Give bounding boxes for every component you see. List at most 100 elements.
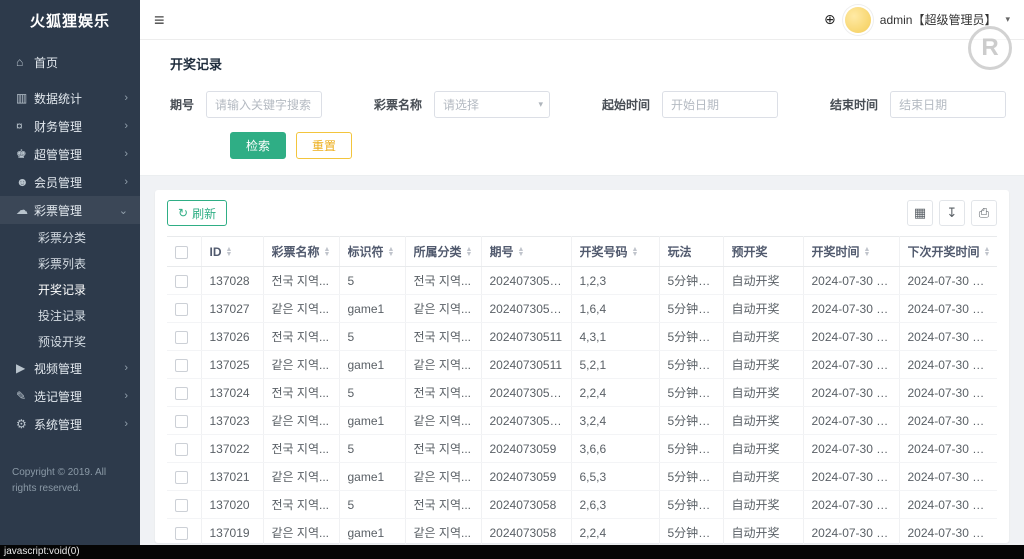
sort-icon[interactable] [388,247,395,257]
user-name[interactable]: admin【超级管理员】 [880,11,997,28]
cell-lottery-name: 전국 지역... [263,491,339,519]
cell-pre-draw: 自动开奖 [723,407,803,435]
cell-id: 137022 [201,435,263,463]
print-icon[interactable]: ⎙ [971,200,997,226]
submenu-label: 彩票列表 [38,255,86,272]
sort-icon[interactable] [864,247,871,257]
cell-pre-draw: 自动开奖 [723,519,803,547]
column-header: 下次开奖时间 [908,243,980,260]
cell-draw-time: 2024-07-30 00:... [803,491,899,519]
cell-draw-time: 2024-07-30 01:... [803,295,899,323]
cell-category: 같은 지역... [405,519,481,547]
cell-issue: 2024073058 [481,491,571,519]
table-body: 137028 전국 지역... 5 전국 지역... 20240730512 1… [167,267,997,547]
sidebar-item-video[interactable]: ▶ 视频管理 › [0,354,140,382]
sort-icon[interactable] [518,247,525,257]
sidebar-item-notes[interactable]: ✎ 选记管理 › [0,382,140,410]
sort-icon[interactable] [226,247,233,257]
start-date-input[interactable] [662,91,778,118]
filter-panel: 开奖记录 期号 彩票名称 请选择 ▾ 起始时间 [140,40,1024,176]
cell-identifier: 5 [339,323,405,351]
row-checkbox[interactable] [175,415,188,428]
sidebar-item-finance[interactable]: ¤ 财务管理 › [0,112,140,140]
gear-icon: ⚙ [16,417,34,431]
sidebar-item-superadmin[interactable]: ♚ 超管管理 › [0,140,140,168]
sort-icon[interactable] [466,247,473,257]
row-checkbox[interactable] [175,527,188,540]
avatar[interactable] [845,7,871,33]
row-checkbox[interactable] [175,387,188,400]
cell-lottery-name: 같은 지역... [263,351,339,379]
search-button[interactable]: 检索 [230,132,286,159]
home-icon: ⌂ [16,55,34,69]
row-checkbox[interactable] [175,331,188,344]
cell-draw-time: 2024-07-30 00:... [803,407,899,435]
sidebar-subitem-lottery-list[interactable]: 彩票列表 [0,250,140,276]
cell-next-draw-time: 2024-07-30 00:... [899,491,997,519]
sidebar-item-system[interactable]: ⚙ 系统管理 › [0,410,140,438]
row-checkbox[interactable] [175,471,188,484]
end-date-input[interactable] [890,91,1006,118]
download-icon[interactable]: ↧ [939,200,965,226]
table-row: 137026 전국 지역... 5 전국 지역... 20240730511 4… [167,323,997,351]
cell-identifier: game1 [339,295,405,323]
hamburger-icon[interactable]: ≡ [154,11,165,29]
sort-icon[interactable] [984,247,989,257]
lottery-name-select[interactable]: 请选择 ▾ [434,91,550,118]
chart-icon: ▥ [16,91,34,105]
row-checkbox[interactable] [175,443,188,456]
content: 开奖记录 期号 彩票名称 请选择 ▾ 起始时间 [140,40,1024,559]
brand-logo: 火狐狸娱乐 [0,0,140,40]
registered-mark-watermark: R [968,26,1012,70]
globe-icon[interactable]: ⊕ [824,11,836,28]
refresh-icon: ↻ [178,206,188,220]
table-row: 137025 같은 지역... game1 같은 지역... 202407305… [167,351,997,379]
sidebar-menu: ⌂ 首页 ▥ 数据统计 › ¤ 财务管理 › ♚ 超管管理 › ☻ 会员管理 › [0,48,140,438]
page-title: 开奖记录 [170,54,994,73]
sidebar-subitem-draw-records[interactable]: 开奖记录 [0,276,140,302]
cell-play-type: 5分钟1期 [659,491,723,519]
sort-icon[interactable] [324,247,331,257]
cell-draw-numbers: 4,3,1 [571,323,659,351]
columns-icon[interactable]: ▦ [907,200,933,226]
caret-down-icon[interactable]: ▾ [1005,14,1010,25]
status-bar: javascript:void(0) [0,545,1024,559]
cell-identifier: game1 [339,463,405,491]
cell-issue: 20240730512 [481,267,571,295]
sidebar-item-statistics[interactable]: ▥ 数据统计 › [0,84,140,112]
cell-pre-draw: 自动开奖 [723,267,803,295]
row-checkbox[interactable] [175,359,188,372]
sidebar-item-members[interactable]: ☻ 会员管理 › [0,168,140,196]
video-icon: ▶ [16,361,34,375]
sidebar-subitem-lottery-category[interactable]: 彩票分类 [0,224,140,250]
cell-identifier: game1 [339,407,405,435]
cell-next-draw-time: 2024-07-30 01:... [899,351,997,379]
row-checkbox[interactable] [175,303,188,316]
cell-draw-numbers: 1,6,4 [571,295,659,323]
lottery-name-label: 彩票名称 [374,96,422,113]
sidebar-item-label: 选记管理 [34,388,124,405]
cell-id: 137024 [201,379,263,407]
reset-button[interactable]: 重置 [296,132,352,159]
cell-draw-time: 2024-07-30 00:... [803,463,899,491]
user-icon: ☻ [16,175,34,189]
table-row: 137027 같은 지역... game1 같은 지역... 202407305… [167,295,997,323]
select-all-checkbox[interactable] [175,246,188,259]
cell-category: 전국 지역... [405,491,481,519]
sidebar-item-home[interactable]: ⌂ 首页 [0,48,140,76]
issue-search-input[interactable] [206,91,322,118]
start-time-label: 起始时间 [602,96,650,113]
sidebar-item-lottery[interactable]: ☁ 彩票管理 ⌄ [0,196,140,224]
row-checkbox[interactable] [175,499,188,512]
row-checkbox[interactable] [175,275,188,288]
refresh-button[interactable]: ↻ 刷新 [167,200,227,226]
sidebar: 火狐狸娱乐 ⌂ 首页 ▥ 数据统计 › ¤ 财务管理 › ♚ 超管管理 › [0,0,140,559]
table-row: 137019 같은 지역... game1 같은 지역... 202407305… [167,519,997,547]
cell-play-type: 5分钟1期 [659,295,723,323]
sidebar-subitem-bet-records[interactable]: 投注记录 [0,302,140,328]
sidebar-item-label: 数据统计 [34,90,124,107]
sort-icon[interactable] [632,247,639,257]
cell-draw-time: 2024-07-30 00:... [803,379,899,407]
table-row: 137022 전국 지역... 5 전국 지역... 2024073059 3,… [167,435,997,463]
sidebar-subitem-preset-draw[interactable]: 预设开奖 [0,328,140,354]
